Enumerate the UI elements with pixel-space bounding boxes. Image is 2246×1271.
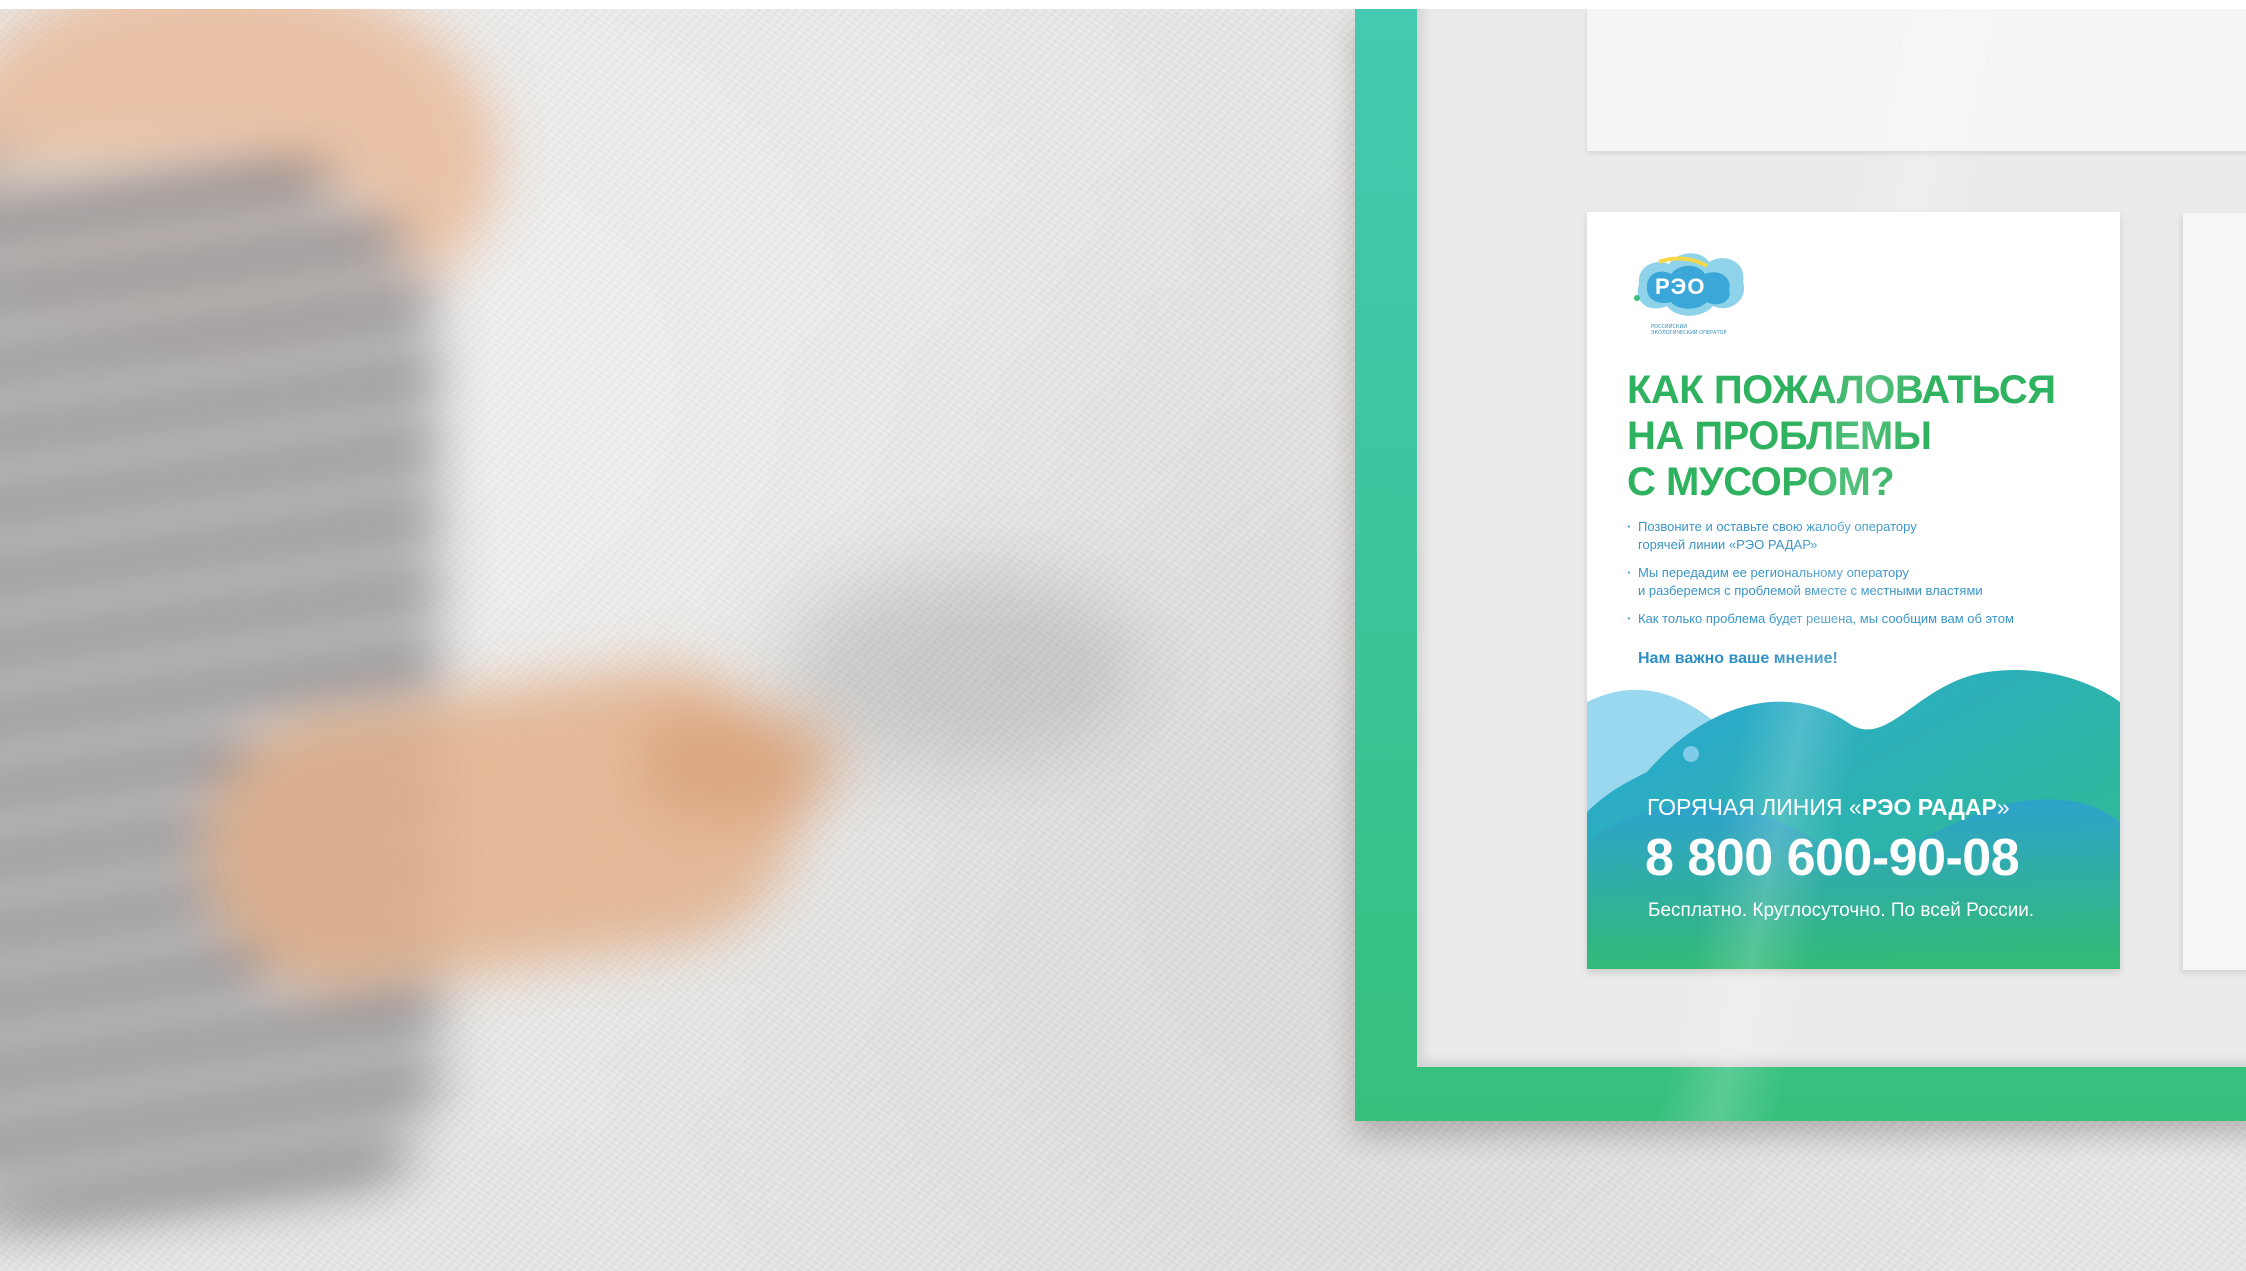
striped-shirt	[0, 159, 440, 1219]
title-line: НА ПРОБЛЕМЫ	[1627, 414, 1932, 458]
notice-board-backing: РЭО РОССИЙСКИЙ ЭКОЛОГИЧЕСКИЙ ОПЕРАТОР КА…	[1417, 9, 2246, 1067]
hotline-number: 8 800 600-90-08	[1645, 829, 2020, 887]
list-item: Позвоните и оставьте свою жалобу операто…	[1627, 518, 2097, 554]
list-item: Как только проблема будет решена, мы соо…	[1627, 610, 2097, 628]
title-line: КАК ПОЖАЛОВАТЬСЯ	[1627, 368, 2056, 412]
logo-caption: РОССИЙСКИЙ ЭКОЛОГИЧЕСКИЙ ОПЕРАТОР	[1651, 324, 1727, 336]
complaint-poster: РЭО РОССИЙСКИЙ ЭКОЛОГИЧЕСКИЙ ОПЕРАТОР КА…	[1587, 212, 2120, 969]
reo-logo: РЭО РОССИЙСКИЙ ЭКОЛОГИЧЕСКИЙ ОПЕРАТОР	[1629, 244, 1759, 342]
list-item-line: Позвоните и оставьте свою жалобу операто…	[1638, 519, 1917, 534]
title-line: С МУСОРОМ?	[1627, 460, 1895, 504]
blurred-person	[0, 9, 880, 1219]
notice-board-frame: РЭО РОССИЙСКИЙ ЭКОЛОГИЧЕСКИЙ ОПЕРАТОР КА…	[1355, 9, 2246, 1121]
hotline-label-prefix: ГОРЯЧАЯ ЛИНИЯ «	[1647, 794, 1862, 820]
poster-title: КАК ПОЖАЛОВАТЬСЯ НА ПРОБЛЕМЫ С МУСОРОМ?	[1627, 367, 2097, 505]
hotline-subtitle: Бесплатно. Круглосуточно. По всей России…	[1648, 900, 2035, 921]
hotline-label-suffix: »	[1996, 794, 2010, 820]
instruction-list: Позвоните и оставьте свою жалобу операто…	[1627, 518, 2097, 638]
list-item-line: и разберемся с проблемой вместе с местны…	[1638, 583, 1983, 598]
list-item: Мы передадим ее региональному оператору …	[1627, 564, 2097, 600]
hotline-label: ГОРЯЧАЯ ЛИНИЯ «РЭО РАДАР»	[1647, 794, 2010, 821]
logo-text: РЭО	[1655, 274, 1706, 299]
list-item-line: горячей линии «РЭО РАДАР»	[1638, 537, 1818, 552]
blank-paper-top	[1587, 9, 2246, 151]
list-item-line: Мы передадим ее региональному оператору	[1638, 565, 1909, 580]
textured-wall: РЭО РОССИЙСКИЙ ЭКОЛОГИЧЕСКИЙ ОПЕРАТОР КА…	[0, 9, 2246, 1271]
list-item-line: Как только проблема будет решена, мы соо…	[1638, 611, 2014, 626]
person-hand	[640, 709, 840, 819]
hotline-label-name: РЭО РАДАР	[1861, 794, 1997, 820]
blank-paper-right	[2183, 213, 2246, 970]
